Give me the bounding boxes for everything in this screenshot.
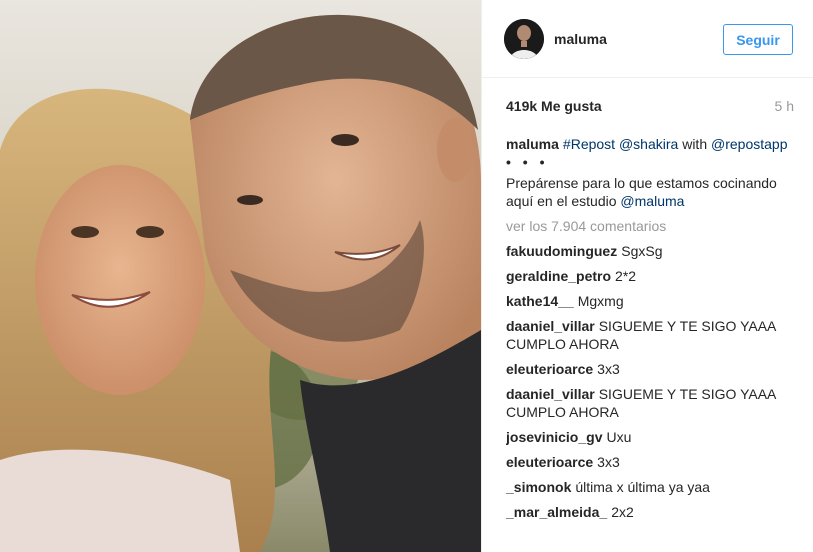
comment-username[interactable]: josevinicio_gv [506, 429, 602, 445]
comment-username[interactable]: daaniel_villar [506, 386, 595, 402]
caption-dots: • • • [506, 154, 549, 170]
comment-item: josevinicio_gv Uxu [506, 428, 794, 446]
mention-link[interactable]: @maluma [620, 193, 684, 209]
mention-link[interactable]: @repostapp [711, 136, 787, 152]
comment-username[interactable]: kathe14__ [506, 293, 574, 309]
post-photo[interactable] [0, 0, 481, 552]
comment-item: daaniel_villar SIGUEME Y TE SIGO YAAA CUM… [506, 317, 794, 353]
caption-text: with [682, 136, 708, 152]
mention-link[interactable]: @shakira [619, 136, 678, 152]
comment-text: 3x3 [597, 361, 620, 377]
header-username[interactable]: maluma [554, 31, 607, 47]
hashtag-link[interactable]: #Repost [563, 136, 615, 152]
comment-text: última x última ya yaa [575, 479, 710, 495]
comment-text: 2*2 [615, 268, 637, 284]
comment-text: 2x2 [611, 504, 634, 520]
comments-list: maluma #Repost @shakira with @repostapp •… [506, 135, 794, 552]
view-all-comments-link[interactable]: ver los 7.904 comentarios [506, 217, 794, 235]
selfie-image [0, 0, 481, 552]
comment-item: _mar_almeida_ 2x2 [506, 503, 794, 521]
caption-username[interactable]: maluma [506, 136, 559, 152]
post-meta: 419k Me gusta 5 h [506, 98, 794, 118]
comment-username[interactable]: fakuudominguez [506, 243, 617, 259]
comment-item: geraldine_petro 2*2 [506, 267, 794, 285]
comment-username[interactable]: daaniel_villar [506, 318, 595, 334]
comment-item: daaniel_villar SIGUEME Y TE SIGO YAAA CUM… [506, 385, 794, 421]
comment-text: Uxu [606, 429, 632, 445]
comment-item: kathe14__ Mgxmg [506, 292, 794, 310]
post-time[interactable]: 5 h [775, 98, 794, 114]
comment-username[interactable]: eleuterioarce [506, 454, 593, 470]
comment-username[interactable]: eleuterioarce [506, 361, 593, 377]
comment-username[interactable]: geraldine_petro [506, 268, 611, 284]
comment-text: SgxSg [621, 243, 663, 259]
comment-text: Mgxmg [577, 293, 624, 309]
comment-username[interactable]: _mar_almeida_ [506, 504, 607, 520]
post-header: maluma Seguir [482, 0, 813, 78]
post-panel: maluma Seguir 419k Me gusta 5 h maluma #R… [481, 0, 813, 552]
follow-button[interactable]: Seguir [723, 24, 793, 55]
profile-photo-icon [504, 19, 544, 59]
comment-item: eleuterioarce 3x3 [506, 453, 794, 471]
avatar[interactable] [504, 19, 544, 59]
comment-item: fakuudominguez SgxSg [506, 242, 794, 260]
caption: maluma #Repost @shakira with @repostapp •… [506, 135, 794, 210]
comment-text: 3x3 [597, 454, 620, 470]
comment-username[interactable]: _simonok [506, 479, 571, 495]
comment-item: _simonok última x última ya yaa [506, 478, 794, 496]
comment-item: eleuterioarce 3x3 [506, 360, 794, 378]
likes-count[interactable]: 419k Me gusta [506, 98, 602, 114]
